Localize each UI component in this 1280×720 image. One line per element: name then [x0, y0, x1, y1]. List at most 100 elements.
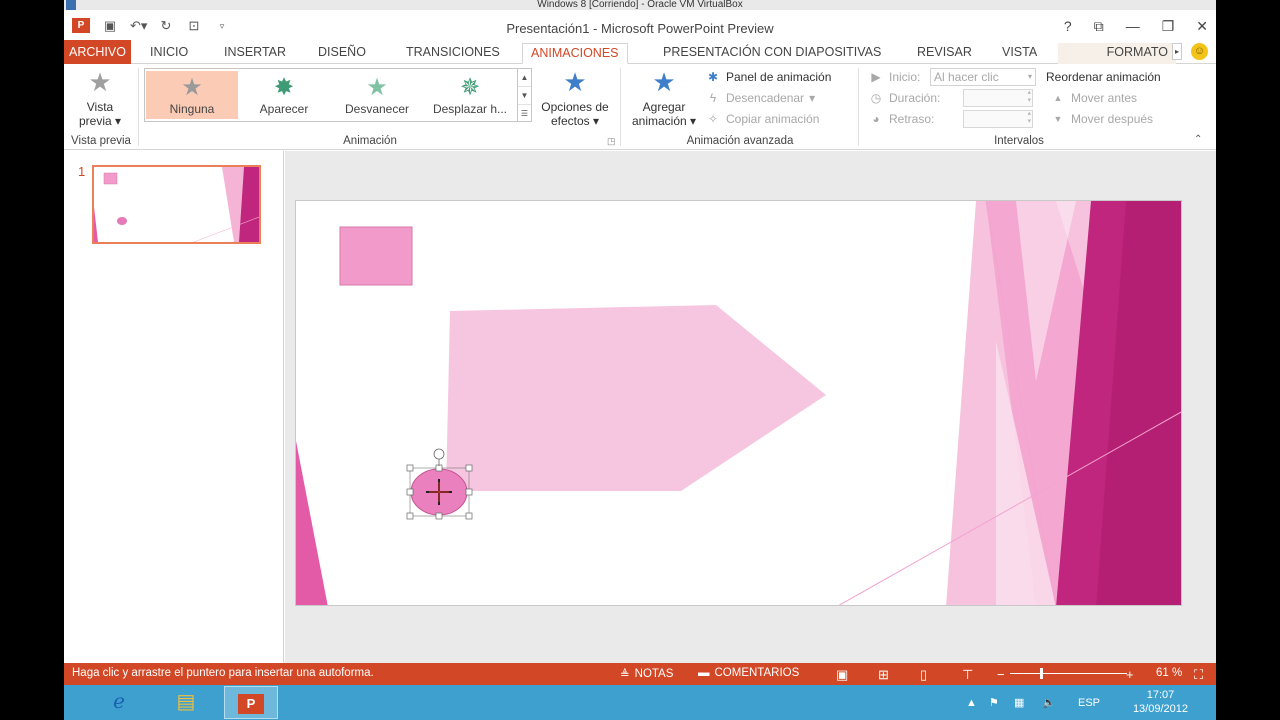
pink-square-shape[interactable] [339, 226, 413, 286]
powerpoint-taskbar-icon: P [238, 693, 264, 714]
action-center-flag-icon[interactable]: ⚑ [989, 685, 999, 720]
duration-label-text: Duración: [889, 91, 941, 105]
animation-pane-label: Panel de animación [726, 70, 832, 84]
effect-options-label-1: Opciones de [541, 100, 609, 114]
trigger-icon: ϟ [709, 91, 717, 105]
rotate-handle-icon[interactable] [433, 448, 445, 460]
gallery-scrollbar: ▲ ▼ ☰ [518, 68, 532, 122]
zoom-slider-thumb[interactable] [1040, 668, 1043, 679]
group-label-vista-previa: Vista previa [71, 135, 131, 147]
gallery-label: Aparecer [259, 102, 309, 116]
delay-label: ◕ Retraso: [868, 110, 934, 128]
thumbnail-preview [94, 167, 259, 242]
volume-muted-icon[interactable]: 🔈 [1042, 685, 1056, 720]
tab-animaciones[interactable]: ANIMACIONES [522, 43, 628, 64]
input-language[interactable]: ESP [1078, 685, 1100, 720]
zoom-level[interactable]: 61 % [1156, 667, 1182, 679]
normal-view-icon[interactable]: ▣ [836, 667, 848, 683]
tab-archivo[interactable]: ARCHIVO [64, 40, 131, 64]
powerpoint-taskbar-button[interactable]: P [224, 686, 278, 719]
start-dropdown[interactable]: Al hacer clic ▾ [930, 68, 1036, 86]
pentagon-arrow-shape[interactable] [446, 305, 826, 491]
tab-presentacion[interactable]: PRESENTACIÓN CON DIAPOSITIVAS [655, 43, 889, 64]
reading-view-icon[interactable]: ▯ [920, 667, 927, 683]
add-animation-button[interactable]: ★ Agregar animación ▾ [626, 68, 702, 128]
group-label-animacion: Animación [343, 135, 397, 147]
tab-inicio[interactable]: INICIO [142, 43, 196, 64]
delay-label-text: Retraso: [889, 112, 935, 126]
ribbon: ★ Vista previa ▾ Vista previa ★ Ninguna … [64, 64, 1216, 150]
tab-transiciones[interactable]: TRANSICIONES [398, 43, 508, 64]
minimize-icon[interactable]: — [1126, 18, 1140, 35]
zoom-in-icon[interactable]: + [1126, 667, 1134, 682]
title-bar: P ▣ ↶▾ ↻ ⊡ ▿ Presentación1 - Microsoft P… [64, 10, 1216, 40]
gallery-down-icon[interactable]: ▼ [518, 87, 531, 105]
tab-revisar[interactable]: REVISAR [909, 43, 980, 64]
trigger-button[interactable]: ϟ Desencadenar ▾ [705, 89, 815, 107]
move-later-button[interactable]: ▼ Mover después [1050, 110, 1154, 128]
gallery-up-icon[interactable]: ▲ [518, 69, 531, 87]
copy-animation-label: Copiar animación [726, 112, 820, 126]
zoom-slider-track[interactable] [1010, 673, 1127, 674]
file-explorer-icon[interactable]: ▤ [159, 686, 213, 719]
gallery-item-desvanecer[interactable]: ★ Desvanecer [331, 71, 423, 119]
delay-icon: ◕ [872, 112, 880, 126]
animation-dialog-launcher-icon[interactable]: ◳ [607, 136, 616, 147]
clock-time: 17:07 [1146, 689, 1175, 701]
feedback-smiley-icon[interactable]: ☺ [1191, 43, 1208, 60]
comments-button[interactable]: ▬ COMENTARIOS [698, 667, 799, 679]
delay-spinner[interactable] [963, 110, 1033, 128]
arrow-down-icon: ▼ [1053, 114, 1063, 124]
tab-formato[interactable]: FORMATO [1058, 43, 1176, 64]
restore-icon[interactable]: ❐ [1162, 18, 1175, 35]
help-icon[interactable]: ? [1064, 18, 1072, 35]
decor-facet-left [296, 441, 328, 605]
move-earlier-button[interactable]: ▲ Mover antes [1050, 89, 1138, 107]
slide-number: 1 [78, 164, 86, 179]
reorder-label: Reordenar animación [1046, 68, 1161, 86]
animation-painter-icon: ✧ [707, 112, 719, 126]
preview-star-icon: ★ [88, 67, 112, 97]
clock[interactable]: 17:07 13/09/2012 [1133, 688, 1188, 716]
preview-label: Vista previa [78, 100, 114, 128]
start-icon: ▶ [871, 70, 881, 84]
fit-slide-icon[interactable]: ⛶ [1194, 667, 1203, 683]
network-icon[interactable]: ▦ [1014, 685, 1024, 720]
tab-vista[interactable]: VISTA [994, 43, 1045, 64]
add-animation-label-2: animación [631, 114, 687, 128]
gallery-item-aparecer[interactable]: ✸ Aparecer [238, 71, 330, 119]
tabs-scroll-right-icon[interactable]: ▸ [1172, 43, 1182, 60]
internet-explorer-icon[interactable]: ℯ [92, 686, 146, 719]
slide-sorter-icon[interactable]: ⊞ [878, 667, 889, 683]
tab-diseno[interactable]: DISEÑO [310, 43, 374, 64]
gallery-more-icon[interactable]: ☰ [518, 105, 531, 123]
gallery-label: Ninguna [169, 102, 215, 116]
effect-options-button[interactable]: ★ Opciones de efectos ▾ [536, 68, 614, 128]
virtualbox-title-bar: Windows 8 [Corriendo] - Oracle VM Virtua… [64, 0, 1216, 10]
animation-pane-button[interactable]: ✱ Panel de animación [705, 68, 831, 86]
slide-canvas[interactable] [295, 200, 1182, 606]
show-hidden-icons-icon[interactable]: ▲ [966, 685, 977, 720]
slide-thumbnail[interactable] [92, 165, 261, 244]
start-dropdown-value: Al hacer clic [934, 70, 999, 84]
group-separator [620, 68, 621, 146]
clock-date: 13/09/2012 [1132, 703, 1188, 715]
status-message: Haga clic y arrastre el puntero para ins… [72, 667, 374, 679]
duration-spinner[interactable] [963, 89, 1033, 107]
gallery-item-ninguna[interactable]: ★ Ninguna [146, 71, 238, 119]
move-later-label: Mover después [1071, 112, 1154, 126]
preview-button[interactable]: ★ Vista previa ▾ [70, 68, 130, 128]
collapse-ribbon-icon[interactable]: ⌃ [1194, 134, 1202, 145]
ribbon-display-options-icon[interactable]: ⧉ [1094, 18, 1104, 35]
copy-animation-button[interactable]: ✧ Copiar animación [705, 110, 819, 128]
close-icon[interactable]: ✕ [1196, 18, 1208, 35]
zoom-out-icon[interactable]: − [997, 667, 1005, 682]
gallery-item-desplazar[interactable]: ✵ Desplazar h... [424, 71, 516, 119]
document-title: Presentación1 - Microsoft PowerPoint Pre… [506, 21, 774, 36]
reorder-label-text: Reordenar animación [1046, 70, 1161, 84]
slideshow-view-icon[interactable]: ⊤ [962, 667, 973, 683]
notes-button[interactable]: ≜ NOTAS [620, 667, 673, 681]
tab-insertar[interactable]: INSERTAR [216, 43, 294, 64]
powerpoint-window: P ▣ ↶▾ ↻ ⊡ ▿ Presentación1 - Microsoft P… [64, 10, 1216, 685]
group-label-intervalos: Intervalos [994, 135, 1044, 147]
